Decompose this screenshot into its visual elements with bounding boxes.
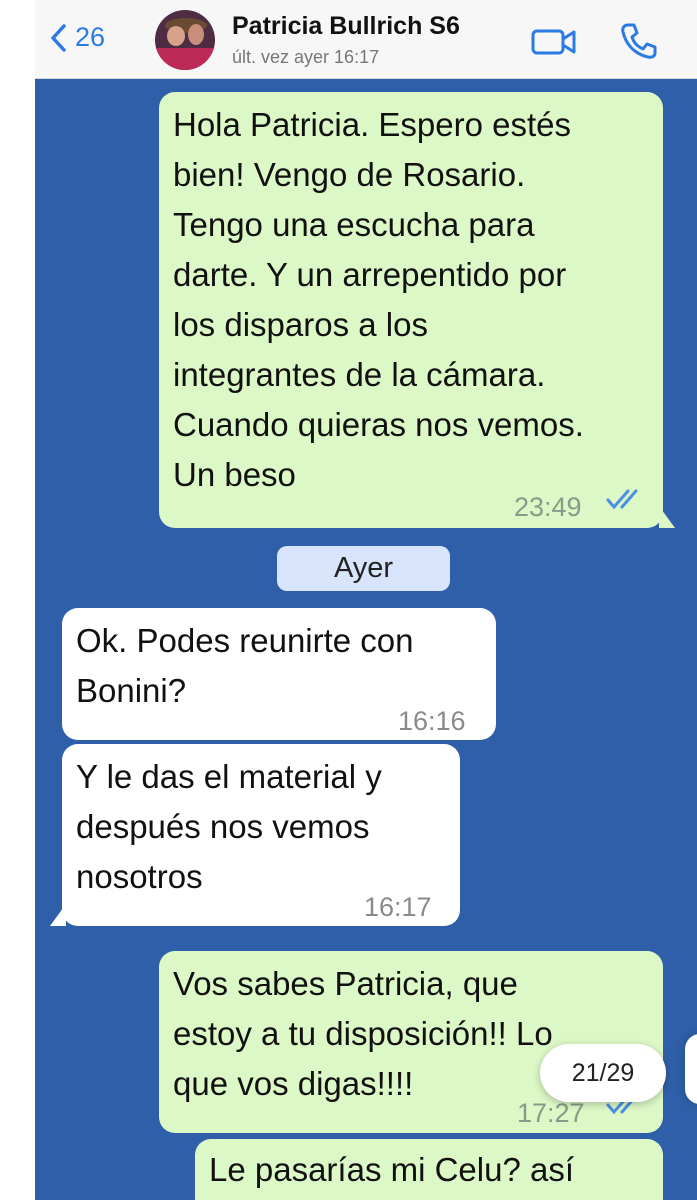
- message-text: Y le das el material y después nos vemos…: [76, 758, 382, 895]
- message-outgoing[interactable]: Vos sabes Patricia, que estoy a tu dispo…: [159, 951, 663, 1133]
- chat-header: 26 Patricia Bullrich S6 últ. vez ayer 16…: [35, 0, 697, 79]
- phone-icon[interactable]: [619, 22, 657, 60]
- contact-name[interactable]: Patricia Bullrich S6: [232, 12, 460, 41]
- message-outgoing[interactable]: Le pasarías mi Celu? así: [195, 1139, 663, 1200]
- message-time: 23:49: [514, 492, 582, 522]
- last-seen-status: últ. vez ayer 16:17: [232, 47, 380, 67]
- avatar[interactable]: [155, 10, 215, 70]
- page-indicator: 21/29: [540, 1044, 666, 1102]
- message-text: Le pasarías mi Celu? así: [209, 1151, 575, 1188]
- message-outgoing[interactable]: Hola Patricia. Espero estés bien! Vengo …: [159, 92, 675, 528]
- message-incoming[interactable]: Ok. Podes reunirte con Bonini? 16:16: [62, 608, 496, 740]
- chevron-left-icon: [51, 23, 66, 52]
- chat-screen: 26 Patricia Bullrich S6 últ. vez ayer 16…: [35, 0, 697, 1200]
- message-time: 16:17: [364, 892, 432, 922]
- back-button[interactable]: 26: [49, 22, 105, 53]
- message-incoming[interactable]: Y le das el material y después nos vemos…: [50, 744, 460, 926]
- message-time: 16:16: [398, 706, 466, 736]
- date-separator: Ayer: [277, 546, 450, 591]
- message-text: Hola Patricia. Espero estés bien! Vengo …: [173, 106, 584, 493]
- double-check-icon: [606, 489, 638, 510]
- video-call-icon[interactable]: [531, 27, 577, 57]
- scroll-edge: [685, 1034, 697, 1104]
- unread-count: 26: [75, 22, 106, 52]
